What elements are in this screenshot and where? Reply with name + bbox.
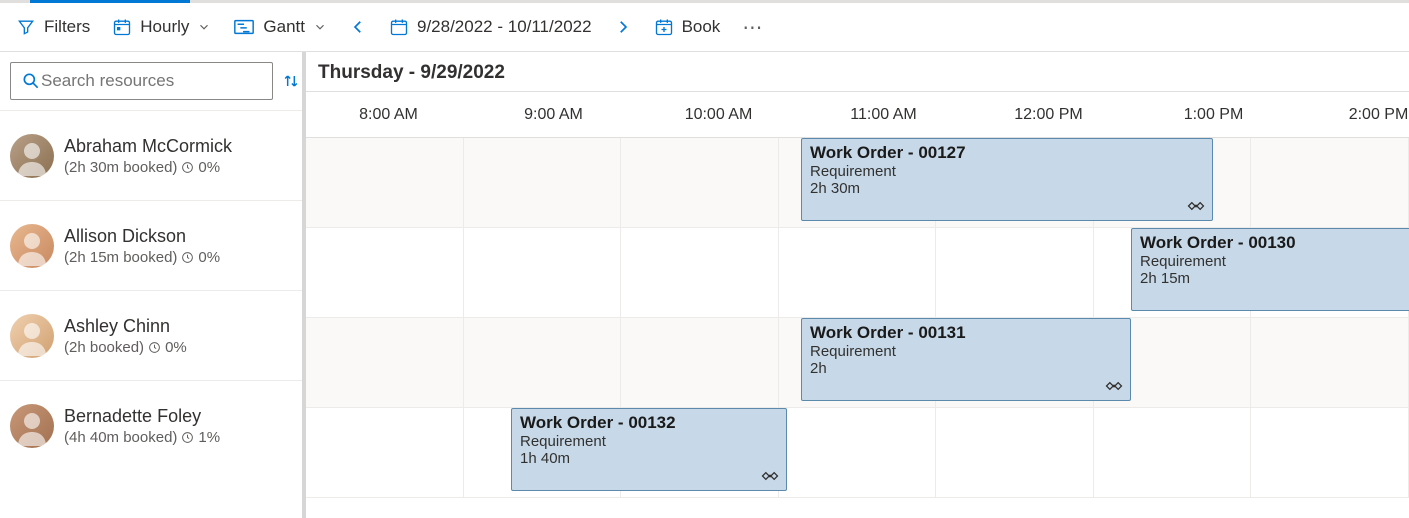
calendar-add-icon [654,17,674,37]
search-row [0,52,302,110]
date-range-button[interactable]: 9/28/2022 - 10/11/2022 [389,17,592,37]
time-header: 8:00 AM9:00 AM10:00 AM11:00 AM12:00 PM1:… [306,92,1409,138]
avatar [10,314,54,358]
schedule-row[interactable]: Work Order - 00130 Requirement 2h 15m [306,228,1409,318]
hourly-dropdown[interactable]: Hourly [112,17,211,37]
time-column: 9:00 AM [471,92,636,137]
resource-sub: (4h 40m booked) 1% [64,429,220,446]
resource-name: Allison Dickson [64,226,220,247]
search-box[interactable] [10,62,273,100]
booking-sub: Requirement [810,163,1204,180]
search-icon [21,71,41,91]
booking[interactable]: Work Order - 00130 Requirement 2h 15m [1131,228,1409,311]
search-input[interactable] [41,71,262,91]
time-column: 8:00 AM [306,92,471,137]
handshake-icon [1186,196,1206,216]
schedule-row[interactable]: Work Order - 00131 Requirement 2h [306,318,1409,408]
clock-icon [181,431,194,444]
date-header: Thursday - 9/29/2022 [306,52,1409,92]
clock-icon [181,161,194,174]
filters-button[interactable]: Filters [16,17,90,37]
hourly-label: Hourly [140,17,189,37]
booking-title: Work Order - 00131 [810,323,1122,343]
booking-title: Work Order - 00130 [1140,233,1409,253]
resource-name: Bernadette Foley [64,406,220,427]
schedule-row[interactable]: Work Order - 00132 Requirement 1h 40m [306,408,1409,498]
chevron-down-icon [197,20,211,34]
resource-list: Abraham McCormick (2h 30m booked) 0% All… [0,110,302,470]
time-column: 10:00 AM [636,92,801,137]
handshake-icon [760,466,780,486]
chevron-right-icon [614,18,632,36]
avatar [10,404,54,448]
time-column: 2:00 PM [1296,92,1409,137]
booking-duration: 1h 40m [520,450,778,467]
booking-duration: 2h [810,360,1122,377]
booking-title: Work Order - 00127 [810,143,1204,163]
gantt-dropdown[interactable]: Gantt [233,17,327,37]
sort-button[interactable] [281,69,301,93]
calendar-icon [389,17,409,37]
clock-icon [148,341,161,354]
resource-row[interactable]: Ashley Chinn (2h booked) 0% [0,290,302,380]
booking-duration: 2h 30m [810,180,1204,197]
clock-icon [181,251,194,264]
book-label: Book [682,17,721,37]
book-button[interactable]: Book [654,17,721,37]
more-menu[interactable]: ⋯ [742,15,764,40]
schedule-rows: Work Order - 00127 Requirement 2h 30m Wo… [306,138,1409,498]
sidebar: Abraham McCormick (2h 30m booked) 0% All… [0,52,306,518]
gantt-icon [233,17,255,37]
resource-name: Ashley Chinn [64,316,187,337]
chevron-left-icon [349,18,367,36]
booking-sub: Requirement [810,343,1122,360]
resource-sub: (2h 15m booked) 0% [64,249,220,266]
resource-sub: (2h 30m booked) 0% [64,159,232,176]
avatar [10,224,54,268]
booking-sub: Requirement [520,433,778,450]
gantt-label: Gantt [263,17,305,37]
handshake-icon [1104,376,1124,396]
sort-icon [281,71,301,91]
toolbar: Filters Hourly Gantt 9/28/2022 - 10/11/2… [0,0,1409,52]
resource-sub: (2h booked) 0% [64,339,187,356]
chevron-down-icon [313,20,327,34]
time-column: 11:00 AM [801,92,966,137]
filters-label: Filters [44,17,90,37]
booking[interactable]: Work Order - 00131 Requirement 2h [801,318,1131,401]
resource-row[interactable]: Abraham McCormick (2h 30m booked) 0% [0,110,302,200]
calendar-day-icon [112,17,132,37]
schedule-row[interactable]: Work Order - 00127 Requirement 2h 30m [306,138,1409,228]
resource-name: Abraham McCormick [64,136,232,157]
next-arrow[interactable] [614,18,632,36]
main: Abraham McCormick (2h 30m booked) 0% All… [0,52,1409,518]
avatar [10,134,54,178]
date-range-label: 9/28/2022 - 10/11/2022 [417,17,592,37]
time-column: 1:00 PM [1131,92,1296,137]
booking-duration: 2h 15m [1140,270,1409,287]
prev-arrow[interactable] [349,18,367,36]
resource-row[interactable]: Bernadette Foley (4h 40m booked) 1% [0,380,302,470]
booking-sub: Requirement [1140,253,1409,270]
booking-title: Work Order - 00132 [520,413,778,433]
schedule: Thursday - 9/29/2022 8:00 AM9:00 AM10:00… [306,52,1409,518]
time-column: 12:00 PM [966,92,1131,137]
booking[interactable]: Work Order - 00132 Requirement 1h 40m [511,408,787,491]
resource-row[interactable]: Allison Dickson (2h 15m booked) 0% [0,200,302,290]
filter-icon [16,17,36,37]
booking[interactable]: Work Order - 00127 Requirement 2h 30m [801,138,1213,221]
